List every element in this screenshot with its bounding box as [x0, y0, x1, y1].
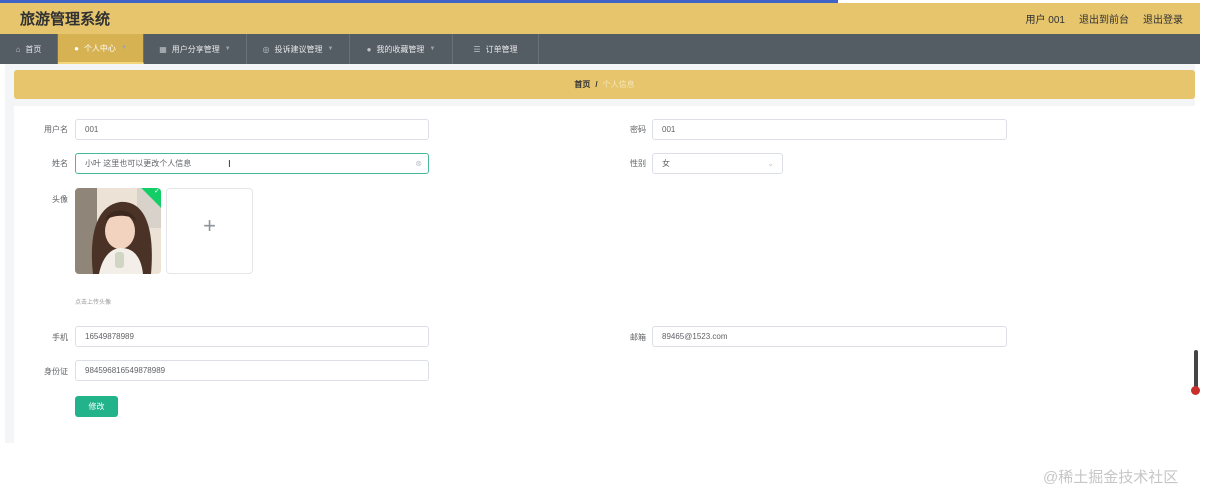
username-input[interactable]: 001 [75, 119, 429, 140]
chevron-down-icon: ▼ [120, 45, 127, 51]
chevron-down-icon: ▼ [224, 46, 231, 52]
chevron-down-icon: ▼ [327, 46, 334, 52]
nav-item-label: 我的收藏管理 [376, 44, 425, 54]
name-input-value: 小叶 这里也可以更改个人信息 [85, 159, 192, 168]
username-label: 用户名 [44, 125, 68, 134]
avatar-photo [75, 188, 161, 274]
nav-item-personal-center[interactable]: ● 个人中心 ▼ [58, 34, 144, 64]
text-cursor-icon: I [228, 159, 231, 170]
id-card-input[interactable]: 984596816549878989 [75, 360, 429, 381]
profile-form: 用户名 001 密码 001 姓名 小叶 这里也可以更改个人信息 ⊗ I 性别 … [14, 106, 1195, 443]
nav-item-home[interactable]: ⌂ 首页 [0, 34, 58, 64]
nav-item-favorites[interactable]: ● 我的收藏管理 ▼ [350, 34, 453, 64]
current-user-label: 用户 001 [1025, 15, 1065, 26]
nav-item-label: 投诉建议管理 [274, 44, 323, 54]
watermark: @稀土掘金技术社区 [1043, 469, 1179, 486]
clear-icon[interactable]: ⊗ [415, 154, 422, 173]
gender-select-value: 女 [662, 159, 670, 168]
header-links: 用户 001 退出到前台 退出登录 [1026, 11, 1183, 26]
phone-label: 手机 [52, 333, 68, 342]
nav-item-complaints[interactable]: ◎ 投诉建议管理 ▼ [247, 34, 350, 64]
id-card-label: 身份证 [44, 367, 68, 376]
scrollbar-track[interactable] [1195, 64, 1200, 493]
user-icon: ● [74, 43, 79, 53]
user-icon: ● [366, 44, 372, 54]
list-icon: ☰ [473, 44, 481, 54]
chevron-down-icon: ▼ [429, 46, 436, 52]
grid-icon: ▦ [159, 44, 167, 54]
avatar-label: 头像 [52, 195, 68, 204]
email-input[interactable]: 89465@1523.com [652, 326, 1007, 347]
breadcrumb-current: 个人信息 [602, 80, 635, 89]
phone-input[interactable]: 16549878989 [75, 326, 429, 347]
avatar[interactable]: ✓ [75, 188, 161, 274]
chevron-down-icon: ⌄ [767, 159, 774, 168]
submit-button[interactable]: 修改 [75, 396, 118, 417]
home-icon: ⌂ [15, 44, 21, 54]
exit-to-frontend-link[interactable]: 退出到前台 [1079, 11, 1129, 26]
email-label: 邮箱 [630, 333, 646, 342]
nav-item-label: 用户分享管理 [171, 44, 220, 54]
name-input[interactable]: 小叶 这里也可以更改个人信息 ⊗ [75, 153, 429, 174]
plus-icon: + [203, 213, 216, 238]
app-title: 旅游管理系统 [20, 11, 111, 28]
logout-link[interactable]: 退出登录 [1143, 11, 1183, 26]
scrollbar-thumb[interactable] [1194, 350, 1198, 390]
check-icon: ✓ [154, 188, 160, 195]
password-input[interactable]: 001 [652, 119, 1007, 140]
name-label: 姓名 [52, 159, 68, 168]
breadcrumb-separator: / [595, 80, 598, 89]
nav-item-label: 订单管理 [485, 44, 518, 54]
breadcrumb-home[interactable]: 首页 [574, 79, 590, 90]
gender-label: 性别 [630, 159, 646, 168]
nav-item-orders[interactable]: ☰ 订单管理 [453, 34, 539, 64]
avatar-upload-hint: 点击上传头像 [75, 300, 112, 306]
nav-item-label: 个人中心 [83, 43, 116, 53]
main-nav: ⌂ 首页 ● 个人中心 ▼ ▦ 用户分享管理 ▼ ◎ 投诉建议管理 ▼ ● 我的… [0, 34, 1200, 64]
chat-icon: ◎ [262, 44, 270, 54]
breadcrumb: 首页 / 个人信息 [14, 70, 1195, 99]
gender-select[interactable]: 女 ⌄ [652, 153, 783, 174]
nav-item-label: 首页 [25, 44, 42, 54]
avatar-upload-button[interactable]: + [166, 188, 253, 274]
app-header: 旅游管理系统 用户 001 退出到前台 退出登录 [0, 3, 1200, 34]
password-label: 密码 [630, 125, 646, 134]
nav-item-user-share[interactable]: ▦ 用户分享管理 ▼ [144, 34, 247, 64]
cursor-dot-icon [1191, 386, 1200, 395]
